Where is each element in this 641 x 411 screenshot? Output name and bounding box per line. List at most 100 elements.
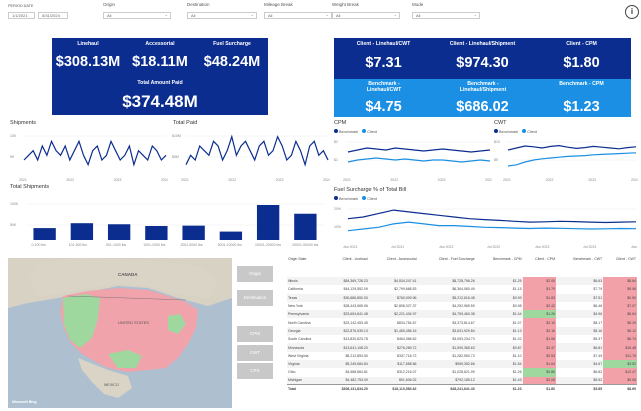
table-cell: Michigan <box>288 378 303 383</box>
column-header[interactable]: Client - CPM <box>523 257 556 277</box>
table-cell: $1.96 <box>522 335 557 344</box>
column-header[interactable]: Benchmark - CPM <box>476 257 523 277</box>
table-cell: $2.10 <box>522 318 557 327</box>
table-cell: $23,654,841.48 <box>343 312 368 317</box>
table-cell: $3,373,814.67 <box>452 320 475 325</box>
table-cell: $1,590,365.63 <box>452 345 475 350</box>
benchmark-cpm-value: $1.23 <box>563 99 600 115</box>
table-cell: $11.76 <box>603 351 637 360</box>
table-cell: $1.64 <box>522 359 557 369</box>
column-header[interactable]: Origin State <box>287 257 326 277</box>
destination-dropdown[interactable]: All ⌄ <box>187 12 257 19</box>
date-to-value: 5/31/2024 <box>42 13 60 18</box>
destination-slicer-button[interactable]: Destination <box>237 290 273 306</box>
table-cell: $2.08 <box>522 376 557 385</box>
table-row[interactable]: Georgia $22,876,539.13 $1,450,456.15 $3,631… <box>287 326 637 336</box>
x-tick-label: 2022 <box>66 178 74 182</box>
total-cell: $18,110,583.62 <box>368 384 418 394</box>
table-cell: $0.87 <box>512 345 522 350</box>
table-cell: $8.64 <box>603 277 637 286</box>
x-tick-label: 2023 <box>588 178 596 182</box>
table-row[interactable]: Pennsylvania $23,654,841.48 $2,221,434.97 $… <box>287 310 637 319</box>
column-header[interactable]: Client - Linehaul <box>326 257 369 277</box>
kpi-card-client: Client - Linehaul/CWT $7.31 Client - Lin… <box>334 38 631 79</box>
table-cell: Texas <box>288 295 298 300</box>
destination-filter-label: Destination <box>187 2 210 7</box>
table-cell: $6.81 <box>593 345 603 350</box>
mode-dropdown[interactable]: All ⌄ <box>412 12 480 19</box>
bar <box>70 223 94 240</box>
total-shipments-chart-title: Total Shipments <box>10 184 50 190</box>
mode-filter-label: Mode <box>412 2 424 7</box>
table-cell: $5.52 <box>593 378 603 383</box>
table-cell: Virginia <box>288 362 300 367</box>
accessorial-label: Accessorial <box>145 41 175 47</box>
y-tick-label: $5 <box>494 158 498 162</box>
table-cell: $4,534,247.41 <box>394 279 417 284</box>
table-cell: Minnesota <box>288 345 305 350</box>
origin-map[interactable]: CANADA UNITED STATES MEXICO Microsoft Bi… <box>8 258 232 408</box>
linehaul-value: $308.13M <box>55 54 121 70</box>
x-tick-label: 1001-2000 lbs <box>143 243 165 247</box>
origin-dropdown[interactable]: All ⌄ <box>103 12 171 19</box>
table-cell: $6.64 <box>603 310 637 319</box>
cpm-slicer-button[interactable]: CPM <box>237 326 273 342</box>
table-row[interactable]: Illinois $84,369,728.23 $4,534,247.41 $8,72… <box>287 277 637 286</box>
table-row[interactable]: West Virginia $8,212,853.50 $337,718.72 $1,… <box>287 351 637 360</box>
x-tick-label: Jan 2021 <box>343 245 357 249</box>
date-from-input[interactable]: 1/1/2021 <box>8 12 35 19</box>
table-cell: $13,830,823.78 <box>343 337 368 342</box>
table-cell: $4,658,864.81 <box>345 370 368 375</box>
accessorial-value: $18.11M <box>132 54 188 70</box>
weight-dropdown[interactable]: All ⌄ <box>332 12 400 19</box>
table-cell: $22,876,539.13 <box>343 328 368 333</box>
cwt-slicer-button[interactable]: CWT <box>237 345 273 361</box>
benchmark-cwt-label: Benchmark - Linehaul/CWT <box>366 81 402 93</box>
cpm-chart: $2 $1 2021 2022 2023 2024 <box>334 140 492 182</box>
table-cell: $30,686,850.00 <box>343 295 368 300</box>
total-shipments-chart: 100K 50K 0-100 lbs 101-500 lbs 501-1000 lbs 1… <box>10 202 324 247</box>
table-row[interactable]: North Carolina $23,142,453.45 $834,754.67 $… <box>287 318 637 327</box>
origin-slicer-button[interactable]: Origin <box>237 266 273 282</box>
x-tick-label: 2001-5000 lbs <box>180 243 202 247</box>
table-cell: $2,221,434.97 <box>394 312 417 317</box>
cpm-chart-title: CPM <box>334 120 347 126</box>
table-row[interactable]: Virginia $5,249,684.84 $117,658.66 $959,352… <box>287 359 637 369</box>
mileage-dropdown-value: All <box>268 13 273 18</box>
client-cpm-value: $1.80 <box>563 55 600 71</box>
x-tick-label: 2022 <box>228 178 236 182</box>
table-row[interactable]: California $44,129,552.09 $2,799,668.53 $6,… <box>287 285 637 294</box>
cps-slicer-button[interactable]: CPS <box>237 363 273 379</box>
table-row[interactable]: Michigan $4,482,753.09 $91,606.02 $792,185.… <box>287 376 637 385</box>
table-cell: $1.79 <box>522 285 557 294</box>
table-cell: $16.48 <box>603 343 637 352</box>
table-row[interactable]: Ohio $4,658,864.81 $312,216.07 $1,028,621.9… <box>287 368 637 377</box>
table-row[interactable]: Texas $30,686,850.00 $760,009.96 $5,212,616… <box>287 293 637 302</box>
x-tick-label: 0-100 lbs <box>31 243 46 247</box>
table-cell: Georgia <box>288 328 301 333</box>
fuel-surcharge-label: Fuel Surcharge <box>213 41 251 47</box>
table-cell: $9.96 <box>603 285 637 294</box>
info-icon[interactable]: i <box>625 5 639 19</box>
shipments-chart-title: Shipments <box>10 120 36 126</box>
y-tick-label: 50K <box>10 223 17 227</box>
table-row[interactable]: New York $28,443,965.96 $2,808,327.37 $4,25… <box>287 301 637 311</box>
x-tick-label: 5001-10000 lbs <box>218 243 242 247</box>
origin-filter-label: Origin <box>103 2 116 7</box>
table-cell: $7.51 <box>593 295 603 300</box>
column-header[interactable]: Client - CWT <box>603 257 637 277</box>
date-to-input[interactable]: 5/31/2024 <box>38 12 68 19</box>
table-cell: $7.49 <box>593 353 603 358</box>
cwt-chart: $10 $5 2021 2022 2023 2024 <box>494 140 638 182</box>
mileage-dropdown[interactable]: All ⌄ <box>264 12 332 19</box>
table-cell: $1.43 <box>512 378 522 383</box>
table-cell: $23,142,453.45 <box>343 320 368 325</box>
column-header[interactable]: Client - Fuel Surcharge <box>418 257 476 277</box>
table-row[interactable]: Minnesota $13,641,108.20 $276,289.72 $1,590… <box>287 343 637 352</box>
table-row[interactable]: South Carolina $13,830,823.78 $464,368.62 $… <box>287 335 637 344</box>
column-header[interactable]: Client - Accessorial <box>369 257 418 277</box>
column-header[interactable]: Benchmark - CWT <box>556 257 603 277</box>
table-cell: Ohio <box>288 370 296 375</box>
y-tick-label: 20% <box>334 207 341 211</box>
x-tick-label: 2022 <box>546 178 554 182</box>
